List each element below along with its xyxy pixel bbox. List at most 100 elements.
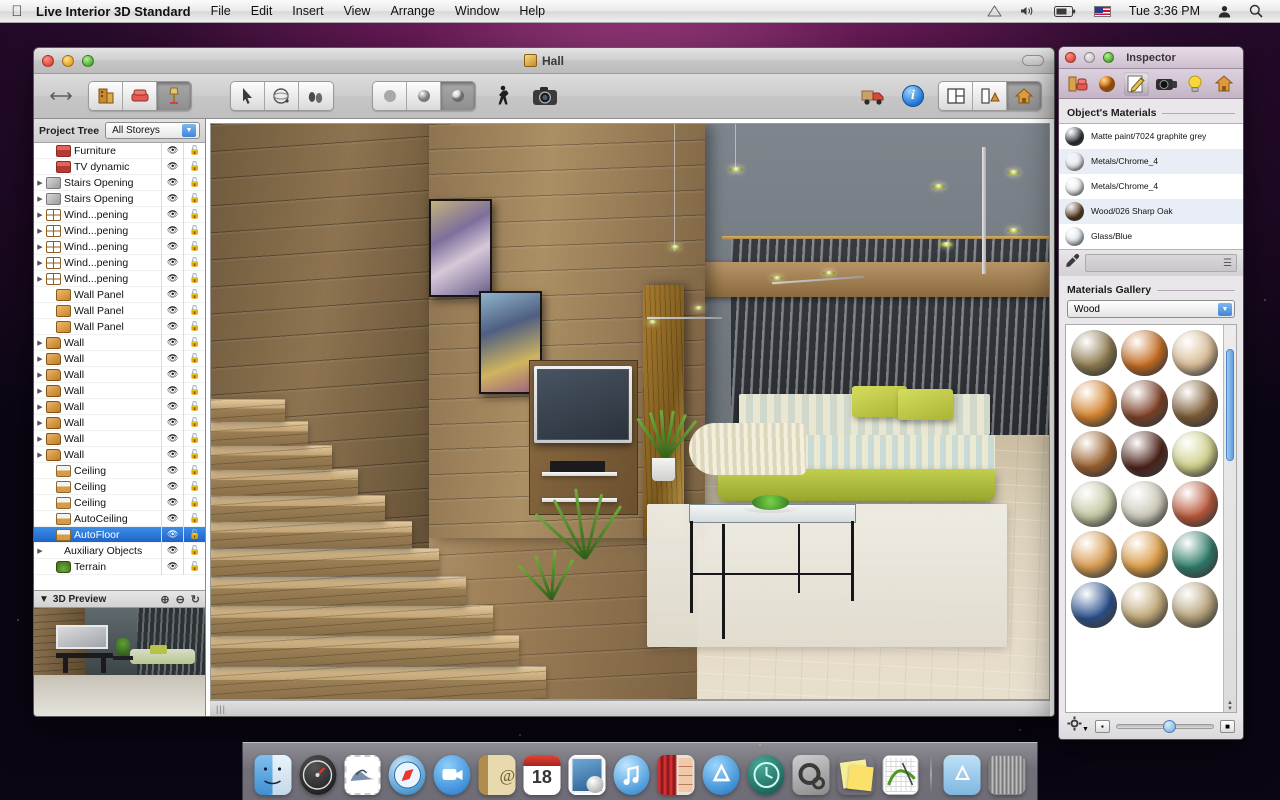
tree-row[interactable]: Wall Panel 👁 🔓 [34,286,205,303]
tree-row[interactable]: ▶ Wind...pening 👁 🔓 [34,238,205,255]
padlock-icon[interactable]: 🔓 [183,446,205,463]
materials-scrollbar-thumb[interactable] [1226,349,1234,461]
material-swatch[interactable] [1171,330,1218,377]
eye-icon[interactable]: 👁 [162,447,183,463]
material-row[interactable]: Matte paint/7024 graphite grey [1059,124,1243,149]
eye-icon[interactable]: 👁 [162,415,183,431]
tree-row[interactable]: Ceiling 👁 🔓 [34,494,205,511]
padlock-icon[interactable]: 🔓 [183,270,205,287]
disclosure-triangle-icon[interactable]: ▶ [34,211,46,219]
material-swatch[interactable] [1171,480,1218,528]
material-row[interactable]: Metals/Chrome_4 [1059,174,1243,199]
material-swatch[interactable] [1171,430,1218,477]
eye-icon[interactable]: 👁 [162,319,183,335]
menu-item-arrange[interactable]: Arrange [380,0,444,23]
materials-scrollbar[interactable]: ▲ ▼ [1223,325,1236,712]
disclosure-triangle-icon[interactable]: ▶ [34,179,46,187]
menu-item-window[interactable]: Window [445,0,509,23]
disclosure-triangle-icon[interactable]: ▼ [39,594,49,605]
material-swatch[interactable] [1071,330,1118,377]
apple-menu-button[interactable]:  [0,4,34,19]
disclosure-triangle-icon[interactable]: ▶ [34,275,46,283]
eyedropper-icon[interactable] [1065,253,1081,274]
eye-icon[interactable]: 👁 [162,191,183,207]
tab-camera[interactable] [1153,72,1178,96]
dock-liveinterior[interactable] [882,755,919,795]
material-row[interactable]: Wood/026 Sharp Oak [1059,199,1243,224]
tree-row[interactable]: ▶ Stairs Opening 👁 🔓 [34,190,205,207]
tree-row[interactable]: Terrain 👁 🔓 [34,558,205,575]
eye-icon[interactable]: 👁 [162,367,183,383]
material-swatch[interactable] [1121,480,1168,528]
tree-row[interactable]: ▶ Wall 👁 🔓 [34,398,205,415]
eye-icon[interactable]: 👁 [162,159,183,175]
inspector-titlebar[interactable]: Inspector [1059,47,1243,69]
toolbar-toggle-button[interactable] [1022,55,1044,66]
view-3d[interactable] [1007,82,1041,110]
dock-stickies[interactable] [837,755,874,795]
objects-materials-list[interactable]: Matte paint/7024 graphite grey Metals/Chr… [1059,123,1243,250]
tab-edit[interactable] [1123,71,1149,96]
tree-row[interactable]: ▶ Wall 👁 🔓 [34,350,205,367]
small-icon-view[interactable]: ▪ [1094,719,1110,733]
tree-row[interactable]: Ceiling 👁 🔓 [34,478,205,495]
eye-icon[interactable]: 👁 [162,223,183,239]
padlock-icon[interactable]: 🔓 [183,478,205,495]
orbit-tool[interactable] [265,82,299,110]
disclosure-triangle-icon[interactable]: ▶ [34,451,46,459]
menu-bar-clock[interactable]: Tue 3:36 PM [1120,4,1209,18]
tree-row[interactable]: ▶ Wall 👁 🔓 [34,430,205,447]
disclosure-triangle-icon[interactable]: ▶ [34,419,46,427]
eye-icon[interactable]: 👁 [162,495,183,511]
dock-iphoto[interactable] [568,755,606,795]
padlock-icon[interactable]: 🔓 [183,190,205,207]
disclosure-triangle-icon[interactable]: ▶ [34,435,46,443]
menu-item-view[interactable]: View [334,0,381,23]
disclosure-triangle-icon[interactable]: ▶ [34,259,46,267]
dock-itunes[interactable] [613,755,650,795]
menu-item-file[interactable]: File [201,0,241,23]
walking-person-icon[interactable] [488,82,518,110]
disclosure-triangle-icon[interactable]: ▶ [34,195,46,203]
menu-item-edit[interactable]: Edit [241,0,283,23]
flag-icon[interactable] [1085,0,1120,23]
eye-icon[interactable]: 👁 [162,559,183,575]
padlock-icon[interactable]: 🔓 [183,334,205,351]
eye-icon[interactable]: 👁 [162,207,183,223]
list-menu-icon[interactable]: ☰ [1223,258,1232,269]
eye-icon[interactable]: 👁 [162,463,183,479]
material-swatch[interactable] [1071,480,1118,528]
tree-row[interactable]: ▶ Wind...pening 👁 🔓 [34,270,205,287]
view-2d-plan[interactable] [939,82,973,110]
tree-row[interactable]: ▶ Wind...pening 👁 🔓 [34,206,205,223]
battery-icon[interactable] [1045,0,1085,23]
camera-icon[interactable] [530,82,560,110]
eye-icon[interactable]: 👁 [162,239,183,255]
dock-finder[interactable] [254,755,292,795]
material-swatch[interactable] [1071,430,1118,477]
padlock-icon[interactable]: 🔓 [183,350,205,367]
dock-systemprefs[interactable] [792,755,830,795]
eye-icon[interactable]: 👁 [162,175,183,191]
padlock-icon[interactable]: 🔓 [183,430,205,447]
menu-app-title[interactable]: Live Interior 3D Standard [34,0,201,23]
material-drop-well[interactable]: ☰ [1085,254,1237,272]
rotate-icon[interactable]: ↻ [191,593,200,606]
padlock-icon[interactable]: 🔓 [183,414,205,431]
eye-icon[interactable]: 👁 [162,287,183,303]
dock-photobooth[interactable] [657,755,695,795]
tree-row[interactable]: AutoFloor 👁 🔓 [34,526,205,543]
tab-material[interactable] [1094,72,1119,96]
padlock-icon[interactable]: 🔓 [183,558,205,575]
disclosure-triangle-icon[interactable]: ▶ [34,355,46,363]
project-tree-list[interactable]: Furniture 👁 🔓 TV dynamic 👁 🔓 ▶ Stairs Opening 👁 🔓… [34,143,205,590]
render-realistic[interactable] [441,82,475,110]
dock-safari[interactable] [388,755,426,795]
tree-row[interactable]: AutoCeiling 👁 🔓 [34,510,205,527]
tree-row[interactable]: Wall Panel 👁 🔓 [34,318,205,335]
tree-row[interactable]: Furniture 👁 🔓 [34,143,205,159]
arrow-tool[interactable] [231,82,265,110]
disclosure-triangle-icon[interactable]: ▶ [34,547,46,555]
padlock-icon[interactable]: 🔓 [183,462,205,479]
material-swatch[interactable] [1121,581,1168,628]
